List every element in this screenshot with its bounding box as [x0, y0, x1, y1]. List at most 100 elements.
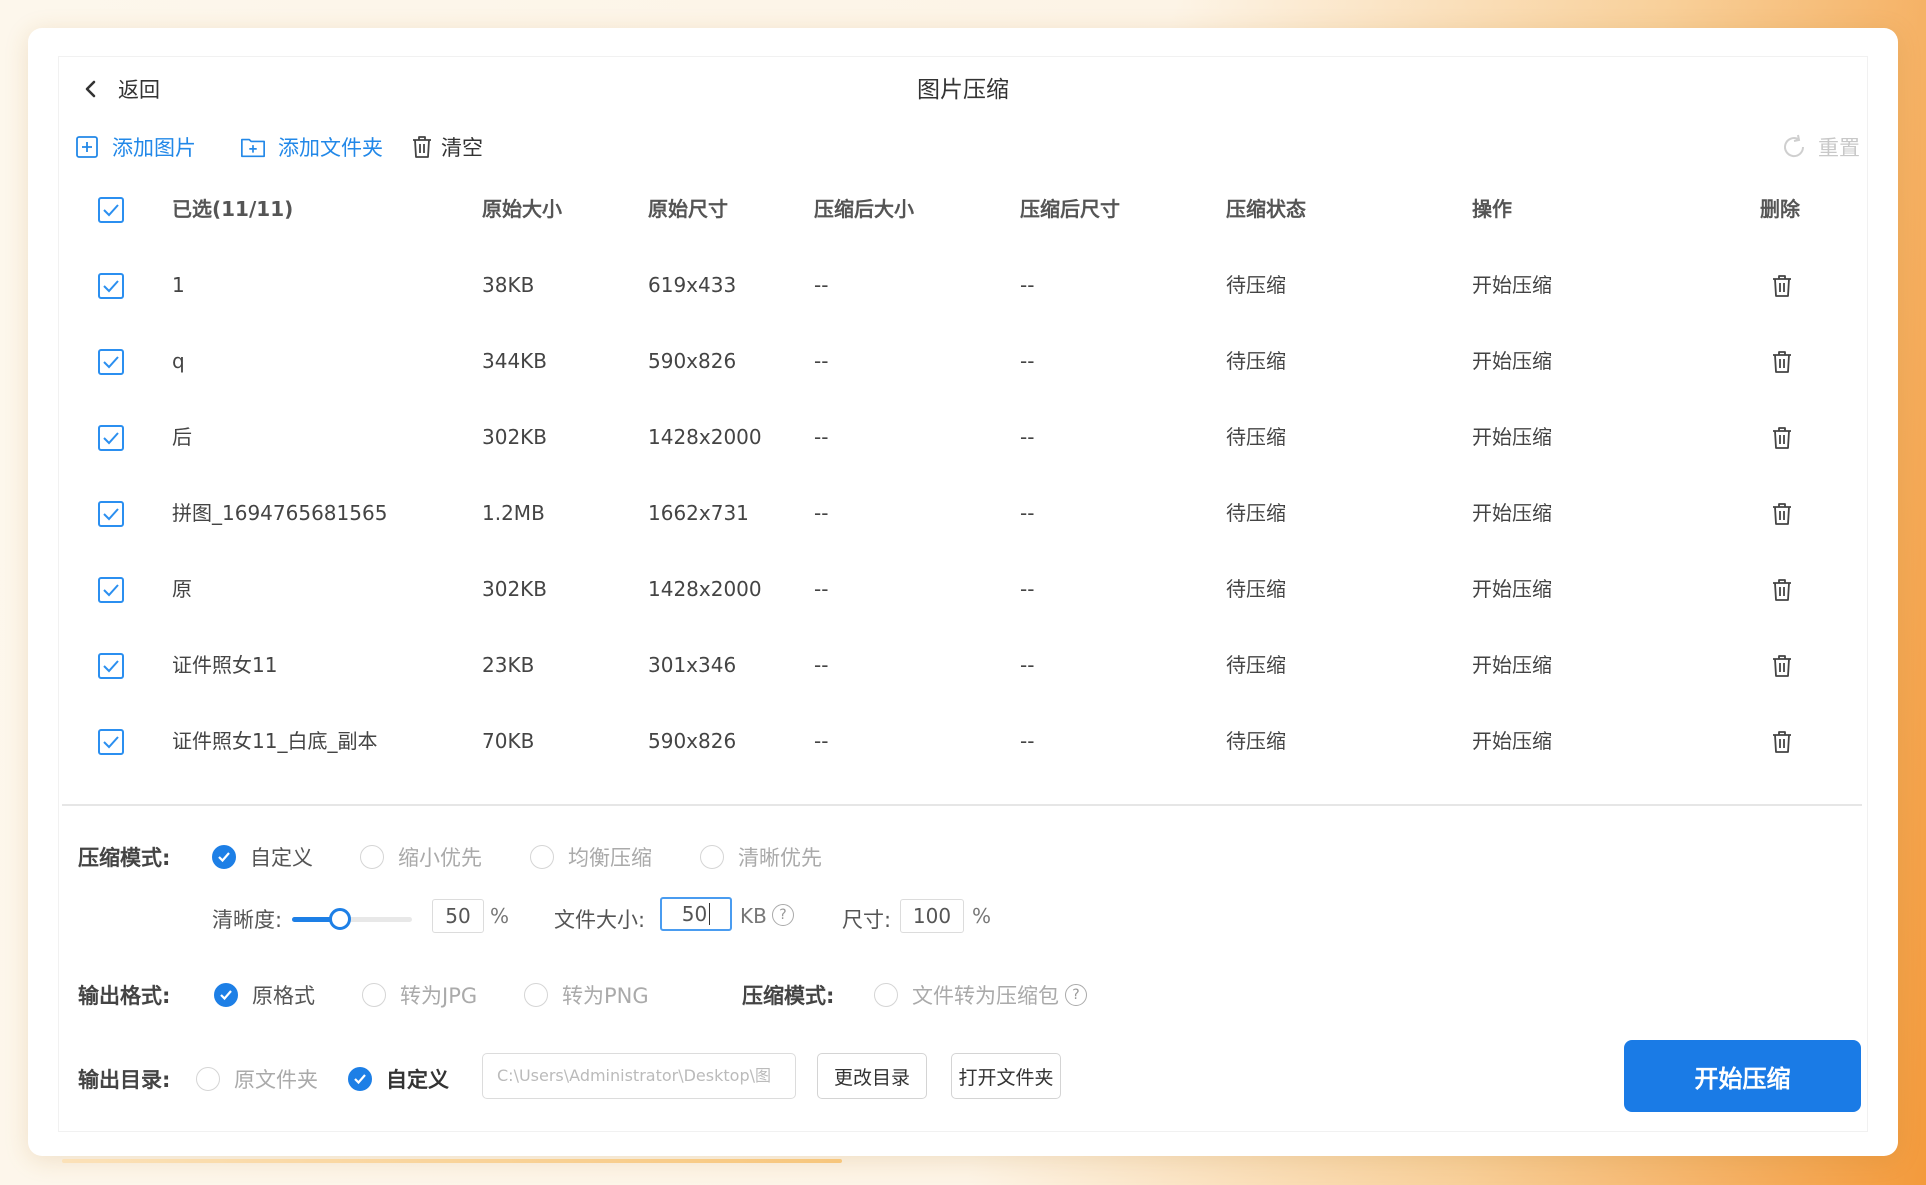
dimension-unit: %: [972, 904, 992, 928]
row-checkbox[interactable]: [98, 501, 124, 527]
clear-label: 清空: [441, 136, 483, 160]
row-checkbox[interactable]: [98, 273, 124, 299]
col-status: 压缩状态: [1226, 197, 1306, 221]
delete-row-icon[interactable]: [1767, 727, 1797, 757]
select-all-checkbox[interactable]: [98, 197, 124, 223]
table-row: q 344KB 590x826 -- -- 待压缩 开始压缩: [62, 332, 1862, 408]
output-dir-label: 输出目录:: [78, 1068, 171, 1092]
cell-action[interactable]: 开始压缩: [1472, 560, 1552, 636]
dir-original-radio[interactable]: [196, 1067, 220, 1091]
cell-action[interactable]: 开始压缩: [1472, 636, 1552, 712]
cell-status: 待压缩: [1226, 653, 1286, 677]
cell-orig-size: 302KB: [482, 577, 548, 601]
dimension-label: 尺寸:: [842, 908, 892, 932]
format-original-option[interactable]: 原格式: [214, 980, 315, 1010]
dir-original-option[interactable]: 原文件夹: [196, 1064, 318, 1094]
dir-custom-radio[interactable]: [348, 1067, 372, 1091]
clarity-slider-handle[interactable]: [329, 908, 351, 930]
mode-balanced-option[interactable]: 均衡压缩: [530, 842, 652, 872]
delete-row-icon[interactable]: [1767, 575, 1797, 605]
bottom-accent-bar: [62, 1159, 842, 1163]
cell-comp-size: --: [814, 577, 829, 601]
filesize-unit: KB: [740, 904, 767, 928]
cell-orig-dim: 301x346: [648, 653, 737, 677]
row-checkbox[interactable]: [98, 577, 124, 603]
zip-option[interactable]: 文件转为压缩包 ?: [874, 980, 1087, 1010]
mode-shrink-radio[interactable]: [360, 845, 384, 869]
filesize-input[interactable]: 50: [660, 897, 732, 931]
mode-clarity-label: 清晰优先: [738, 846, 822, 870]
col-comp-size: 压缩后大小: [814, 197, 914, 221]
cell-orig-dim: 1662x731: [648, 501, 749, 525]
cell-comp-dim: --: [1020, 729, 1035, 753]
zip-label: 文件转为压缩包: [912, 984, 1059, 1008]
cell-orig-dim: 1428x2000: [648, 577, 762, 601]
cell-status: 待压缩: [1226, 501, 1286, 525]
row-checkbox[interactable]: [98, 425, 124, 451]
format-jpg-label: 转为JPG: [400, 984, 478, 1008]
cell-orig-size: 70KB: [482, 729, 535, 753]
col-comp-dim: 压缩后尺寸: [1020, 197, 1120, 221]
clarity-slider[interactable]: [292, 908, 412, 930]
format-jpg-option[interactable]: 转为JPG: [362, 980, 477, 1010]
cell-orig-size: 344KB: [482, 349, 548, 373]
cell-name: 原: [172, 577, 192, 601]
table-divider: [62, 804, 1862, 806]
mode-custom-option[interactable]: 自定义: [212, 842, 313, 872]
format-original-radio[interactable]: [214, 983, 238, 1007]
reset-button[interactable]: 重置: [1780, 132, 1860, 162]
delete-row-icon[interactable]: [1767, 271, 1797, 301]
mode-clarity-radio[interactable]: [700, 845, 724, 869]
filesize-help-icon[interactable]: ?: [772, 904, 794, 926]
cell-status: 待压缩: [1226, 729, 1286, 753]
zip-radio[interactable]: [874, 983, 898, 1007]
open-folder-button[interactable]: 打开文件夹: [951, 1053, 1061, 1099]
mode-balanced-radio[interactable]: [530, 845, 554, 869]
format-jpg-radio[interactable]: [362, 983, 386, 1007]
delete-row-icon[interactable]: [1767, 499, 1797, 529]
cell-orig-size: 23KB: [482, 653, 535, 677]
table-header: 已选(11/11) 原始大小 原始尺寸 压缩后大小 压缩后尺寸 压缩状态 操作 …: [62, 180, 1862, 256]
cell-name: 1: [172, 273, 185, 297]
cell-orig-dim: 1428x2000: [648, 425, 762, 449]
mode-custom-label: 自定义: [250, 846, 313, 870]
delete-row-icon[interactable]: [1767, 423, 1797, 453]
change-dir-button[interactable]: 更改目录: [817, 1053, 927, 1099]
text-cursor: [709, 903, 711, 925]
cell-action[interactable]: 开始压缩: [1472, 256, 1552, 332]
cell-action[interactable]: 开始压缩: [1472, 712, 1552, 788]
row-checkbox[interactable]: [98, 349, 124, 375]
format-png-radio[interactable]: [524, 983, 548, 1007]
row-checkbox[interactable]: [98, 729, 124, 755]
dimension-input[interactable]: 100: [900, 899, 964, 933]
cell-action[interactable]: 开始压缩: [1472, 408, 1552, 484]
cell-comp-dim: --: [1020, 653, 1035, 677]
cell-comp-dim: --: [1020, 501, 1035, 525]
add-folder-button[interactable]: 添加文件夹: [240, 132, 383, 162]
start-compress-button[interactable]: 开始压缩: [1624, 1040, 1861, 1112]
row-checkbox[interactable]: [98, 653, 124, 679]
mode-balanced-label: 均衡压缩: [568, 846, 652, 870]
clarity-input[interactable]: 50: [432, 899, 484, 933]
table-row: [62, 788, 1862, 804]
delete-row-icon[interactable]: [1767, 347, 1797, 377]
delete-row-icon[interactable]: [1767, 651, 1797, 681]
cell-name: q: [172, 349, 185, 373]
add-image-button[interactable]: 添加图片: [74, 132, 196, 162]
zip-help-icon[interactable]: ?: [1065, 984, 1087, 1006]
format-png-option[interactable]: 转为PNG: [524, 980, 649, 1010]
table-row: 证件照女11_白底_副本 70KB 590x826 -- -- 待压缩 开始压缩: [62, 712, 1862, 788]
compress-mode-label: 压缩模式:: [78, 846, 171, 870]
cell-action[interactable]: 开始压缩: [1472, 484, 1552, 560]
mode-shrink-option[interactable]: 缩小优先: [360, 842, 482, 872]
mode-custom-radio[interactable]: [212, 845, 236, 869]
mode-clarity-option[interactable]: 清晰优先: [700, 842, 822, 872]
cell-orig-size: 1.2MB: [482, 501, 545, 525]
cell-action[interactable]: 开始压缩: [1472, 332, 1552, 408]
cell-orig-size: 38KB: [482, 273, 535, 297]
dir-custom-option[interactable]: 自定义: [348, 1064, 449, 1094]
table-row: 拼图_1694765681565 1.2MB 1662x731 -- -- 待压缩 开始压缩: [62, 484, 1862, 560]
format-png-label: 转为PNG: [562, 984, 649, 1008]
output-path-input[interactable]: C:\Users\Administrator\Desktop\图: [482, 1053, 796, 1099]
clear-button[interactable]: 清空: [409, 132, 483, 162]
